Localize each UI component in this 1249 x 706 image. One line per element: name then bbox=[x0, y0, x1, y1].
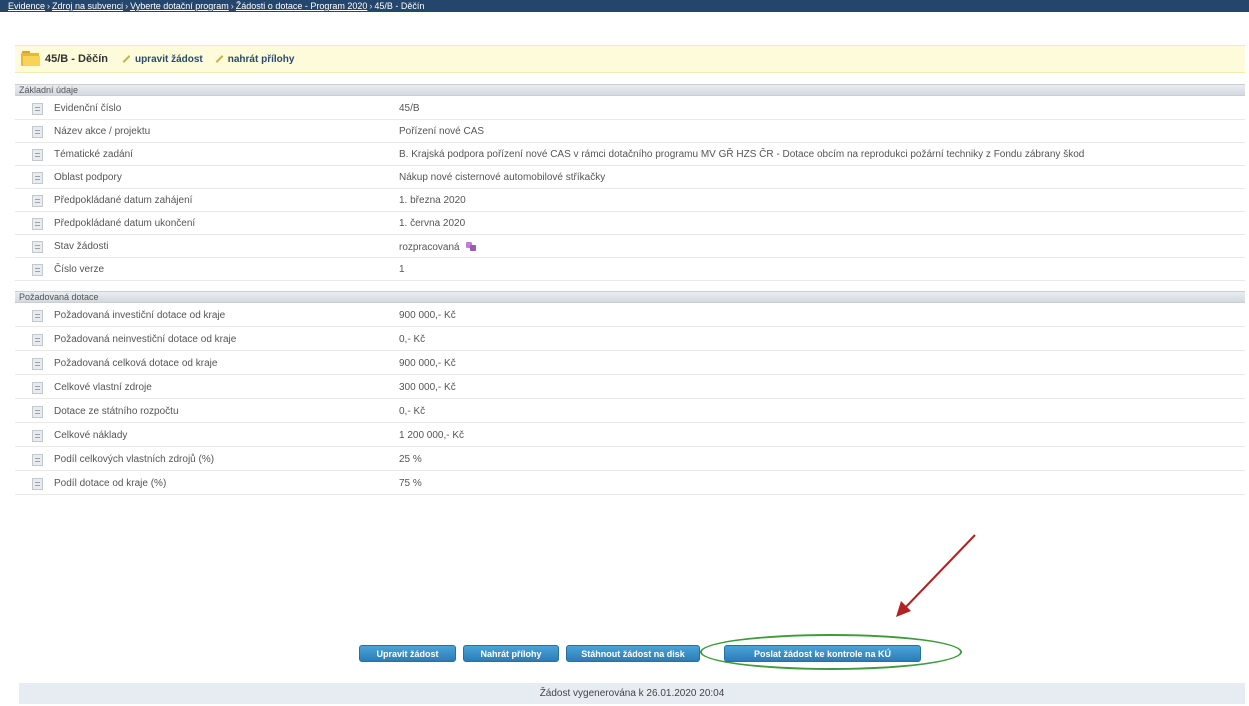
action-buttons: Upravit žádost Nahrát přílohy Stáhnout ž… bbox=[359, 645, 959, 665]
send-for-review-button[interactable]: Poslat žádost ke kontrole na KÚ bbox=[724, 645, 921, 662]
footer-generated-note: Žádost vygenerována k 26.01.2020 20:04 bbox=[19, 683, 1245, 704]
download-application-button[interactable]: Stáhnout žádost na disk bbox=[566, 645, 700, 662]
annotation-arrow-icon bbox=[896, 534, 976, 617]
upload-attachments-button[interactable]: Nahrát přílohy bbox=[463, 645, 559, 662]
edit-application-button[interactable]: Upravit žádost bbox=[359, 645, 456, 662]
